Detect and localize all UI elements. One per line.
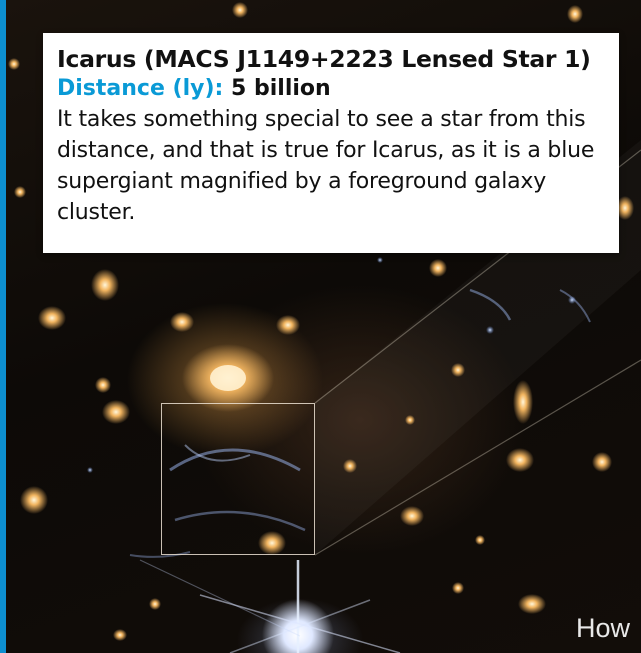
distance-line: Distance (ly): 5 billion: [57, 75, 605, 103]
zoom-highlight-box: [161, 403, 315, 555]
caption-card: Icarus (MACS J1149+2223 Lensed Star 1) D…: [43, 33, 619, 253]
distance-value: 5 billion: [231, 76, 331, 101]
left-accent-bar: [0, 0, 6, 653]
next-panel-partial-text: How: [576, 613, 631, 643]
star-title: Icarus (MACS J1149+2223 Lensed Star 1): [57, 45, 591, 73]
distance-label: Distance (ly):: [57, 76, 224, 101]
foreground-star: [139, 559, 401, 653]
caption-body: It takes something special to see a star…: [57, 107, 595, 225]
